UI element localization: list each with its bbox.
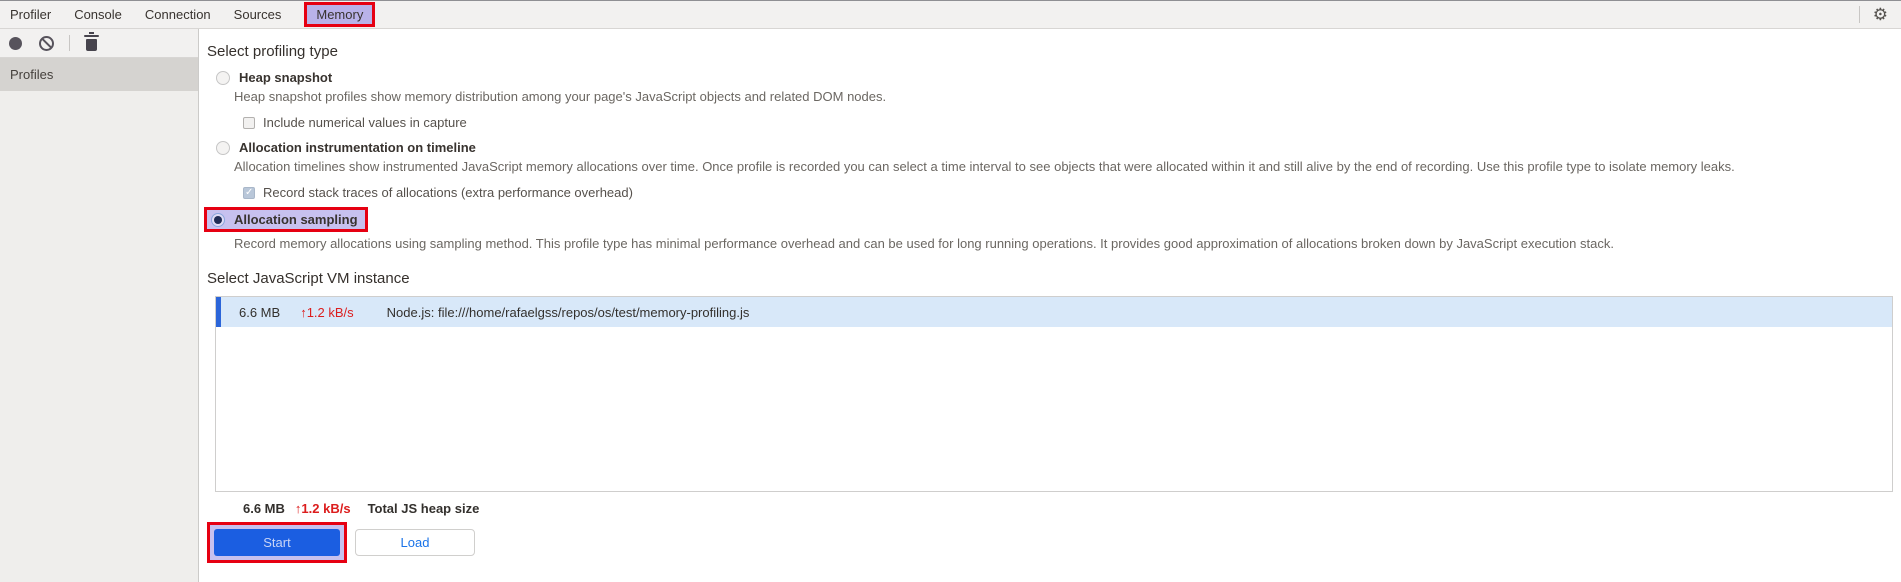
radio-option-allocation-timeline[interactable]: Allocation instrumentation on timeline bbox=[216, 140, 1893, 155]
option-label: Heap snapshot bbox=[239, 70, 333, 85]
profiles-header-label: Profiles bbox=[10, 67, 54, 82]
action-buttons-row: Start Load bbox=[207, 522, 1893, 563]
gear-icon[interactable]: ⚙ bbox=[1873, 6, 1888, 23]
checkbox-label: Record stack traces of allocations (extr… bbox=[263, 185, 633, 200]
checkbox-label: Include numerical values in capture bbox=[263, 115, 467, 130]
tabbar-right-group: ⚙ bbox=[1858, 6, 1901, 23]
radio-icon-allocation-timeline[interactable] bbox=[216, 140, 230, 155]
tab-profiler[interactable]: Profiler bbox=[10, 4, 51, 25]
clear-icon[interactable] bbox=[39, 35, 54, 51]
trash-icon[interactable] bbox=[84, 32, 99, 51]
option-label: Allocation instrumentation on timeline bbox=[239, 140, 476, 155]
vm-instance-heading: Select JavaScript VM instance bbox=[207, 270, 410, 287]
checkbox-icon-checked-disabled bbox=[243, 186, 255, 199]
radio-icon-allocation-sampling-selected[interactable] bbox=[211, 212, 225, 227]
vm-instance-name: Node.js: file:///home/rafaelgss/repos/os… bbox=[386, 304, 750, 320]
sidebar-item-profiles[interactable]: Profiles bbox=[0, 58, 198, 91]
tab-memory-active[interactable]: Memory bbox=[304, 2, 376, 27]
tab-console[interactable]: Console bbox=[74, 4, 122, 25]
total-heap-label: Total JS heap size bbox=[367, 501, 480, 516]
checkbox-include-numerical-values[interactable]: Include numerical values in capture bbox=[243, 115, 1893, 130]
radio-option-allocation-sampling-annotated[interactable]: Allocation sampling bbox=[204, 207, 368, 232]
profiling-type-heading: Select profiling type bbox=[207, 43, 338, 60]
start-button-annotation: Start bbox=[207, 522, 347, 563]
total-heap-row: 6.6 MB ↑1.2 kB/s Total JS heap size bbox=[243, 501, 1893, 516]
record-icon[interactable] bbox=[9, 36, 22, 50]
checkbox-icon-unchecked[interactable] bbox=[243, 116, 255, 129]
radio-option-heap-snapshot[interactable]: Heap snapshot bbox=[216, 70, 1893, 85]
toolbar-divider bbox=[69, 35, 70, 51]
memory-panel-content: Select profiling type Heap snapshot Heap… bbox=[199, 29, 1901, 582]
option-description: Allocation timelines show instrumented J… bbox=[234, 159, 1735, 174]
vm-instance-row-selected[interactable]: 6.6 MB ↑1.2 kB/s Node.js: file:///home/r… bbox=[216, 297, 1892, 327]
total-rate-value: 1.2 kB/s bbox=[301, 501, 351, 516]
vm-allocation-rate: ↑1.2 kB/s bbox=[300, 305, 353, 320]
vm-instance-table: 6.6 MB ↑1.2 kB/s Node.js: file:///home/r… bbox=[215, 296, 1893, 492]
radio-icon-heap-snapshot[interactable] bbox=[216, 70, 230, 85]
start-button[interactable]: Start bbox=[214, 529, 340, 556]
total-allocation-rate: ↑1.2 kB/s bbox=[295, 501, 351, 516]
main-split: Profiles Select profiling type Heap snap… bbox=[0, 29, 1901, 582]
load-button[interactable]: Load bbox=[355, 529, 475, 556]
profiler-toolbar bbox=[0, 29, 198, 58]
tab-connection[interactable]: Connection bbox=[145, 4, 211, 25]
profiles-sidebar: Profiles bbox=[0, 29, 199, 582]
option-description: Heap snapshot profiles show memory distr… bbox=[234, 89, 887, 104]
vm-rate-value: 1.2 kB/s bbox=[306, 304, 354, 320]
option-description: Record memory allocations using sampling… bbox=[234, 236, 1614, 251]
total-heap-size: 6.6 MB bbox=[243, 501, 285, 516]
checkbox-record-stack-traces: Record stack traces of allocations (extr… bbox=[243, 185, 1893, 200]
option-label: Allocation sampling bbox=[234, 212, 358, 227]
tab-sources[interactable]: Sources bbox=[234, 4, 282, 25]
vm-heap-size: 6.6 MB bbox=[239, 304, 281, 320]
devtools-tab-bar: Profiler Console Connection Sources Memo… bbox=[0, 0, 1901, 29]
tabbar-divider bbox=[1858, 6, 1860, 23]
